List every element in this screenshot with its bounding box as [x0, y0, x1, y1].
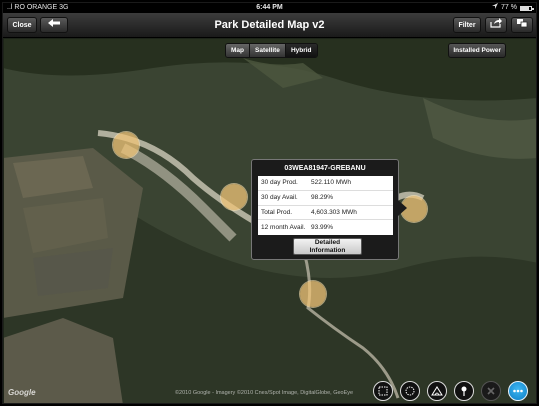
battery-fill — [521, 6, 529, 10]
stat-row: 12 month Avail. 93.99% — [258, 220, 393, 235]
detailed-information-button[interactable]: Detailed Information — [293, 238, 362, 255]
popup-pointer — [398, 200, 407, 216]
satellite-map[interactable]: Map Satellite Hybrid Installed Power 03W… — [3, 38, 536, 403]
select-lasso-button[interactable] — [400, 381, 420, 401]
map-type-satellite[interactable]: Satellite — [250, 44, 286, 57]
more-button[interactable] — [508, 381, 528, 401]
stat-label: 12 month Avail. — [261, 224, 306, 232]
map-copyright: ©2010 Google - Imagery ©2010 Cnes/Spot I… — [175, 390, 354, 396]
app-frame: ..l RO ORANGE 3G 6:44 PM 77 % Close Park… — [2, 2, 537, 404]
windows-icon — [512, 18, 532, 28]
stat-label: Total Prod. — [261, 208, 293, 216]
turbine-info-popup: 03WEA81947-GREBANU 30 day Prod. 522.110 … — [251, 159, 407, 260]
stat-value: 4,603.303 MWh — [311, 208, 357, 216]
share-icon — [486, 18, 506, 28]
popup-title: 03WEA81947-GREBANU — [284, 165, 366, 172]
clear-button[interactable] — [481, 381, 501, 401]
window-button[interactable] — [511, 17, 533, 33]
button-line: Information — [309, 247, 346, 254]
stat-value: 522.110 MWh — [311, 179, 351, 187]
select-rect-button[interactable] — [373, 381, 393, 401]
clock: 6:44 PM — [256, 4, 283, 11]
navigation-bar: Close Park Detailed Map v2 Filter — [3, 13, 536, 38]
installed-power-button[interactable]: Installed Power — [448, 43, 506, 58]
stat-value: 93.99% — [311, 224, 334, 232]
turbine-marker[interactable] — [300, 281, 326, 307]
map-type-segmented-control: Map Satellite Hybrid — [225, 43, 318, 58]
turbine-marker[interactable] — [113, 132, 139, 158]
share-button[interactable] — [485, 17, 507, 33]
battery-icon — [520, 5, 534, 11]
stat-label: 30 day Prod. — [261, 179, 298, 187]
button-line: Detailed — [314, 239, 341, 246]
status-bar: ..l RO ORANGE 3G 6:44 PM 77 % — [3, 3, 536, 13]
battery-indicator: 77 % — [492, 3, 534, 13]
stat-value: 98.29% — [311, 194, 334, 202]
battery-percent: 77 % — [501, 4, 517, 11]
filter-button[interactable]: Filter — [453, 17, 481, 33]
popup-stats-table: 30 day Prod. 522.110 MWh 30 day Avail. 9… — [258, 176, 393, 235]
measure-area-button[interactable] — [427, 381, 447, 401]
google-logo: Google — [8, 388, 36, 397]
turbine-marker[interactable] — [221, 184, 247, 210]
stat-label: 30 day Avail. — [261, 194, 298, 202]
stat-row: 30 day Prod. 522.110 MWh — [258, 176, 393, 191]
map-type-map[interactable]: Map — [226, 44, 250, 57]
location-icon — [492, 3, 499, 13]
map-type-hybrid[interactable]: Hybrid — [285, 44, 317, 57]
pin-button[interactable] — [454, 381, 474, 401]
stat-row: 30 day Avail. 98.29% — [258, 191, 393, 206]
stat-row: Total Prod. 4,603.303 MWh — [258, 206, 393, 221]
